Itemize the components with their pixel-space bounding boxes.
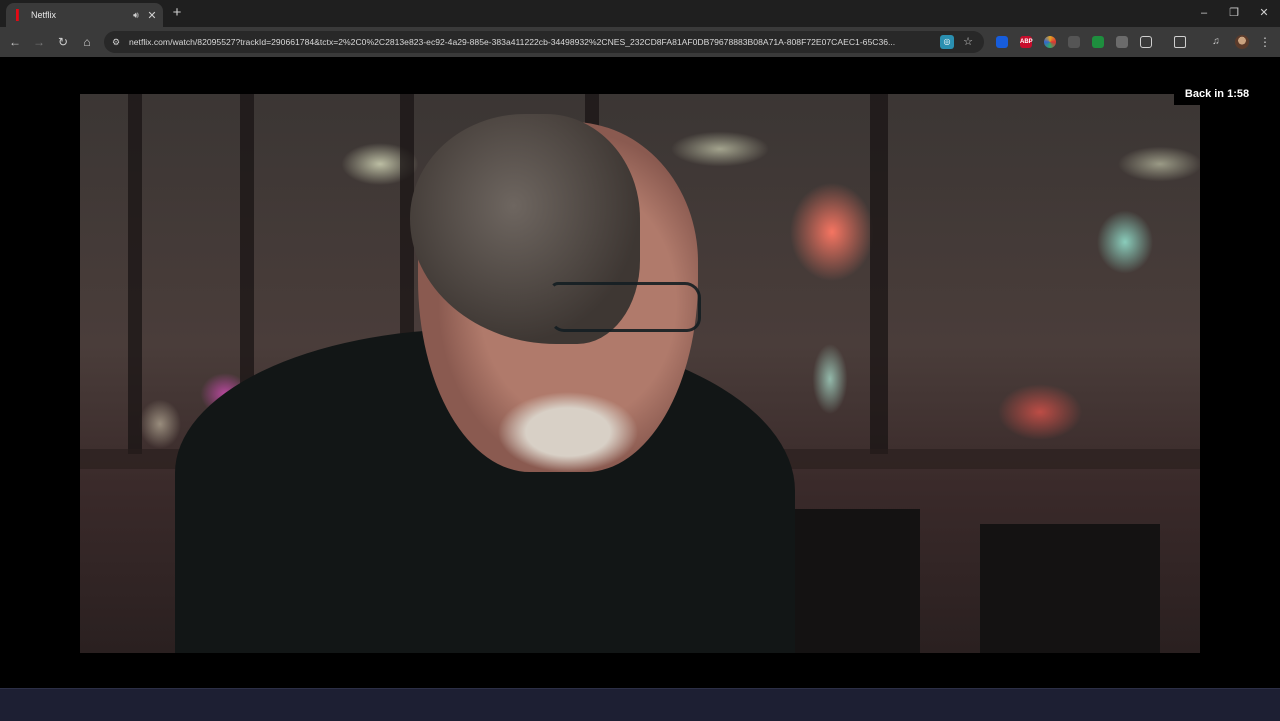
glasses — [550, 282, 701, 332]
translate-icon[interactable] — [1116, 36, 1128, 48]
window-frame — [128, 94, 142, 454]
color-wheel-icon[interactable] — [1044, 36, 1056, 48]
tab-netflix[interactable]: Netflix 🔊︎ ✕ — [6, 3, 163, 27]
media-control-icon[interactable]: ♫ — [1210, 36, 1222, 48]
adblock-plus-icon[interactable]: ABP — [1020, 36, 1033, 48]
tune-icon[interactable]: ⚙ — [110, 35, 122, 49]
video-frame[interactable] — [80, 94, 1200, 653]
side-panel-icon[interactable] — [1174, 36, 1186, 48]
taskbar-strip — [0, 688, 1280, 721]
tab-strip: Netflix 🔊︎ ✕ + – ❐ ✕ — [0, 0, 1280, 27]
plus-icon[interactable]: + — [170, 5, 184, 21]
bitwarden-icon[interactable] — [996, 36, 1008, 48]
browser-toolbar: ← → ↻ ⌂ ⚙ netflix.com/watch/82095527?tra… — [0, 27, 1280, 57]
forward-button[interactable]: → — [31, 34, 47, 50]
netflix-icon — [16, 9, 19, 21]
reload-button[interactable]: ↻ — [55, 34, 71, 50]
tab-title: Netflix — [31, 10, 57, 20]
video-player[interactable]: Back in 1:58 — [0, 57, 1280, 688]
back-button[interactable]: ← — [7, 34, 23, 50]
puzzle-icon[interactable] — [1140, 36, 1152, 48]
restore-button[interactable]: ❐ — [1224, 5, 1244, 21]
menu-icon[interactable]: ⋮ — [1259, 34, 1271, 50]
url-text[interactable]: netflix.com/watch/82095527?trackId=29066… — [129, 31, 929, 53]
background-tables — [790, 509, 1190, 653]
star-icon[interactable]: ☆ — [961, 34, 975, 50]
minimize-button[interactable]: – — [1194, 5, 1214, 21]
home-button[interactable]: ⌂ — [79, 34, 95, 50]
back-countdown-label[interactable]: Back in 1:58 — [1174, 83, 1260, 105]
lens-icon[interactable]: ◎ — [940, 35, 954, 49]
window-frame — [870, 94, 888, 454]
speaker-icon[interactable]: 🔊︎ — [128, 10, 144, 21]
sheets-icon[interactable] — [1092, 36, 1104, 48]
close-icon[interactable]: ✕ — [144, 9, 160, 22]
window-close-button[interactable]: ✕ — [1254, 5, 1274, 21]
vpn-icon[interactable] — [1068, 36, 1080, 48]
avatar[interactable] — [1235, 35, 1249, 49]
address-bar[interactable]: ⚙ netflix.com/watch/82095527?trackId=290… — [104, 31, 984, 53]
